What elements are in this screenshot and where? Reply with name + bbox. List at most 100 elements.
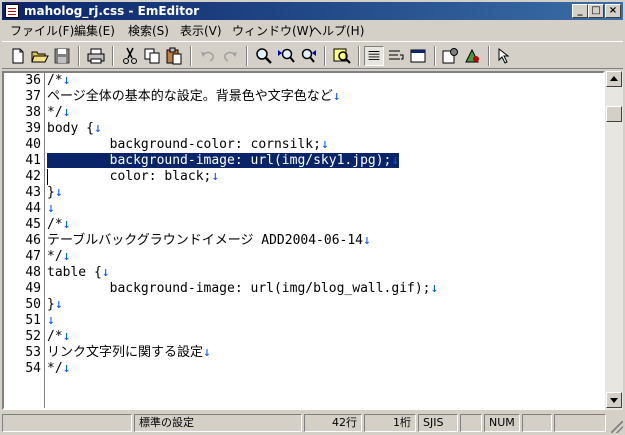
newline-mark: ↓	[93, 121, 102, 136]
code-text: body {	[47, 121, 94, 136]
macro-icon[interactable]	[462, 46, 482, 66]
wrap-window-icon[interactable]	[386, 46, 406, 66]
code-text: */	[47, 249, 63, 264]
undo-icon[interactable]	[198, 46, 218, 66]
code-line[interactable]: /*↓	[47, 329, 70, 345]
code-line[interactable]: body {↓	[47, 121, 102, 137]
newline-mark: ↓	[332, 89, 341, 104]
status-config[interactable]: 標準の設定	[134, 414, 302, 432]
vertical-scrollbar[interactable]	[605, 71, 623, 410]
menu-help[interactable]: ヘルプ(H)	[310, 22, 364, 39]
code-text: background-color: cornsilk;	[47, 137, 321, 152]
status-line: 42行	[304, 414, 362, 432]
code-line[interactable]: */↓	[47, 105, 70, 121]
code-text: }	[47, 297, 55, 312]
line-number: 46	[25, 233, 41, 248]
line-number: 38	[25, 105, 41, 120]
newline-mark: ↓	[363, 233, 371, 248]
menu-edit[interactable]: 編集(E)	[74, 22, 115, 39]
code-text: background-image: url(img/blog_wall.gif)…	[47, 281, 431, 296]
toolbar-separator	[488, 46, 490, 66]
cut-icon[interactable]	[120, 46, 140, 66]
status-num: NUM	[484, 414, 520, 432]
code-text: color: black;	[47, 169, 212, 184]
code-line[interactable]: /*↓	[47, 217, 70, 233]
title-bar[interactable]: maholog_rj.css - EmEditor _ □ ×	[2, 2, 623, 20]
line-number: 53	[25, 345, 41, 360]
copy-icon[interactable]	[142, 46, 162, 66]
line-number: 47	[25, 249, 41, 264]
newline-mark: ↓	[62, 329, 71, 344]
code-line[interactable]: */↓	[47, 361, 70, 377]
scroll-thumb[interactable]	[606, 106, 622, 122]
properties-icon[interactable]	[440, 46, 460, 66]
status-bar: 標準の設定 42行 1桁 SJIS NUM	[0, 412, 625, 435]
maximize-button[interactable]: □	[588, 4, 604, 18]
code-line[interactable]: color: black;↓	[47, 169, 220, 185]
newline-mark: ↓	[391, 153, 400, 168]
code-text: table {	[47, 265, 102, 280]
code-text: /*	[47, 329, 63, 344]
minimize-button[interactable]: _	[572, 4, 588, 18]
code-line[interactable]: リンク文字列に関する設定↓	[47, 345, 211, 361]
code-line[interactable]: background-image: url(img/sky1.jpg);↓	[47, 153, 400, 169]
code-line[interactable]: background-color: cornsilk;↓	[47, 137, 329, 153]
highlight-icon[interactable]	[332, 46, 352, 66]
menu-window[interactable]: ウィンドウ(W)	[232, 22, 313, 39]
resize-grip[interactable]	[611, 421, 623, 433]
line-number: 44	[25, 201, 41, 216]
newline-mark: ↓	[54, 185, 63, 200]
save-icon[interactable]	[52, 46, 72, 66]
toolbar	[2, 41, 623, 69]
new-file-icon[interactable]	[8, 46, 28, 66]
paste-icon[interactable]	[164, 46, 184, 66]
newline-mark: ↓	[54, 297, 63, 312]
toolbar-separator	[246, 46, 248, 66]
menu-bar: ファイル(F) 編集(E) 検索(S) 表示(V) ウィンドウ(W) ヘルプ(H…	[2, 21, 623, 39]
line-number: 43	[25, 185, 41, 200]
print-icon[interactable]	[86, 46, 106, 66]
toolbar-separator	[112, 46, 114, 66]
line-number: 42	[25, 169, 41, 184]
find-icon[interactable]	[254, 46, 274, 66]
code-line[interactable]: background-image: url(img/blog_wall.gif)…	[47, 281, 439, 297]
scroll-down-button[interactable]	[606, 392, 622, 408]
status-encoding[interactable]: SJIS	[418, 414, 458, 432]
wrap-none-icon[interactable]	[364, 46, 384, 66]
wrap-margin-icon[interactable]	[408, 46, 428, 66]
menu-file[interactable]: ファイル(F)	[10, 22, 74, 39]
select-tool-icon[interactable]	[494, 46, 514, 66]
menu-view[interactable]: 表示(V)	[180, 22, 222, 39]
newline-mark: ↓	[430, 281, 439, 296]
menu-search[interactable]: 検索(S)	[128, 22, 169, 39]
scroll-up-button[interactable]	[606, 71, 622, 87]
line-number: 51	[25, 313, 41, 328]
app-icon[interactable]	[5, 4, 19, 18]
line-number: 36	[25, 73, 41, 88]
newline-mark: ↓	[211, 169, 220, 184]
find-next-icon[interactable]	[276, 46, 296, 66]
code-line[interactable]: }↓	[47, 185, 63, 201]
code-line[interactable]: /*↓	[47, 73, 70, 89]
code-line[interactable]: table {↓	[47, 265, 110, 281]
newline-mark: ↓	[47, 313, 55, 328]
text-editor[interactable]: 36 37 38 39 40 41 42 43 44 45 46 47 48 49 50 51 52 53 54 /…	[2, 71, 605, 410]
status-ins	[460, 414, 482, 432]
line-number: 41	[25, 153, 41, 168]
code-line[interactable]: */↓	[47, 249, 70, 265]
code-line[interactable]: }↓	[47, 297, 63, 313]
code-line[interactable]: ↓	[47, 313, 55, 329]
close-button[interactable]: ×	[605, 4, 621, 18]
line-number: 37	[25, 89, 41, 104]
line-number: 49	[25, 281, 41, 296]
code-line[interactable]: ↓	[47, 201, 55, 217]
open-folder-icon[interactable]	[30, 46, 50, 66]
gutter-separator	[44, 73, 45, 408]
line-number: 40	[25, 137, 41, 152]
code-line[interactable]: ページ全体の基本的な設定。背景色や文字色など↓	[47, 89, 341, 105]
newline-mark: ↓	[320, 137, 329, 152]
line-number: 54	[25, 361, 41, 376]
code-line[interactable]: テーブルバックグラウンドイメージ ADD2004-06-14↓	[47, 233, 371, 249]
redo-icon[interactable]	[220, 46, 240, 66]
find-prev-icon[interactable]	[298, 46, 318, 66]
